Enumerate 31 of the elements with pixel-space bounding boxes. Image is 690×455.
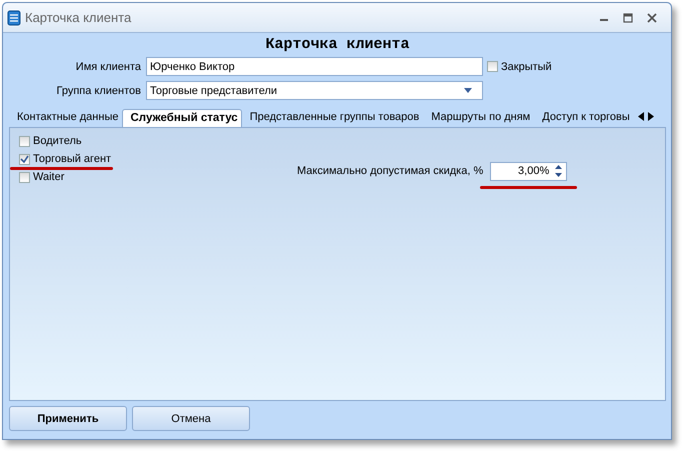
spin-arrows-icon[interactable] [555,165,562,177]
dropdown-field[interactable]: Торговые представители [146,81,483,100]
app-icon [7,10,21,26]
tab[interactable]: Доступ к торговы [534,108,634,127]
input-field[interactable]: Юрченко Виктор [146,57,483,76]
checkbox-label[interactable]: Торговый агент [33,153,112,165]
field-label: Имя клиента [74,60,142,72]
close-icon[interactable] [647,12,657,22]
scroll-left-icon[interactable] [638,112,644,121]
cancel-button[interactable]: Отмена [132,406,250,431]
tab[interactable]: Маршруты по дням [423,108,534,127]
window-title: Карточка клиента [25,10,132,25]
form-heading: Карточка клиента [264,35,411,54]
checkbox[interactable] [19,136,30,146]
apply-button[interactable]: Применить [9,406,127,431]
maximize-icon[interactable] [623,12,633,22]
discount-spinner[interactable]: 3,00% [490,162,568,180]
caret-icon [464,88,472,93]
tab[interactable]: Служебный статус [122,109,242,127]
checkbox[interactable] [19,172,30,182]
checkbox[interactable] [19,154,30,164]
tab[interactable]: Представленные группы товаров [242,108,424,127]
checkbox-label[interactable]: Водитель [33,135,82,147]
scroll-right-icon[interactable] [648,112,654,121]
checkbox[interactable] [487,61,498,72]
checkbox-label[interactable]: Закрытый [501,60,552,72]
discount-label: Максимально допустимая скидка, % [297,165,484,177]
field-label: Группа клиентов [56,84,142,96]
checkmark-icon [20,154,29,164]
tab[interactable]: Контактные данные [9,108,122,127]
checkbox-label[interactable]: Waiter [33,171,64,183]
